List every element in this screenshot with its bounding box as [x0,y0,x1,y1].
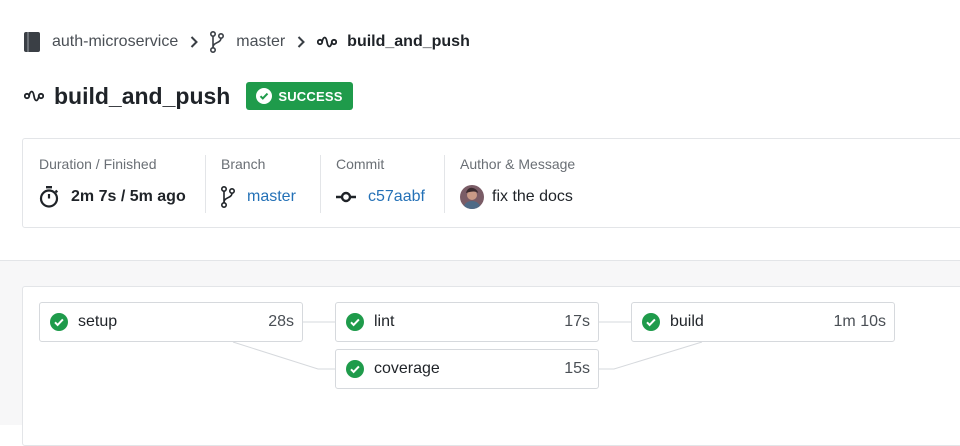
page-header: build_and_push SUCCESS [24,82,353,110]
workflow-icon [24,89,44,103]
job-duration: 17s [564,313,590,330]
check-circle-icon [642,313,660,331]
breadcrumb-branch[interactable]: master [210,31,285,53]
page-title: build_and_push [54,82,231,109]
job-name: coverage [374,360,440,377]
branch-link[interactable]: master [247,188,296,206]
duration-value: 2m 7s / 5m ago [71,188,186,205]
job-duration: 15s [564,360,590,377]
check-circle-icon [346,313,364,331]
job-name: setup [78,313,118,330]
breadcrumb-branch-label: master [236,33,286,50]
breadcrumb: auth-microservice master build_and_push [24,30,470,54]
status-badge: SUCCESS [246,82,353,110]
job-name: build [670,313,704,330]
author-label: Author & Message [460,156,576,172]
book-icon [24,32,40,52]
job-build[interactable]: build 1m 10s [631,302,895,342]
status-badge-label: SUCCESS [278,88,343,104]
branch-section: Branch master [221,155,296,213]
job-duration: 1m 10s [833,313,886,330]
divider [320,155,321,213]
check-circle-icon [256,88,273,104]
commit-section: Commit c57aabf [336,155,425,213]
branch-icon [210,31,225,53]
divider [205,155,206,213]
job-setup[interactable]: setup 28s [39,302,303,342]
breadcrumb-repo-label: auth-microservice [52,33,179,50]
commit-message: fix the docs [492,188,573,205]
job-duration: 28s [268,313,294,330]
stopwatch-icon [39,186,59,208]
job-name: lint [374,313,395,330]
author-section: Author & Message fix the docs [460,155,575,213]
commit-label: Commit [336,156,385,172]
breadcrumb-workflow-label: build_and_push [347,33,470,50]
chevron-right-icon [297,36,306,48]
avatar[interactable] [460,185,484,209]
branch-icon [221,186,235,208]
breadcrumb-workflow: build_and_push [317,33,470,51]
duration-label: Duration / Finished [39,156,157,172]
divider [444,155,445,213]
workflow-icon [317,35,338,49]
job-lint[interactable]: lint 17s [335,302,599,342]
branch-label: Branch [221,156,266,172]
commit-icon [336,191,356,203]
job-coverage[interactable]: coverage 15s [335,349,599,389]
breadcrumb-repo[interactable]: auth-microservice [24,32,178,52]
workflow-info-card: Duration / Finished 2m 7s / 5m ago Branc… [22,138,960,228]
commit-link[interactable]: c57aabf [368,188,425,206]
duration-section: Duration / Finished 2m 7s / 5m ago [39,155,186,213]
check-circle-icon [50,313,68,331]
check-circle-icon [346,360,364,378]
chevron-right-icon [190,36,199,48]
